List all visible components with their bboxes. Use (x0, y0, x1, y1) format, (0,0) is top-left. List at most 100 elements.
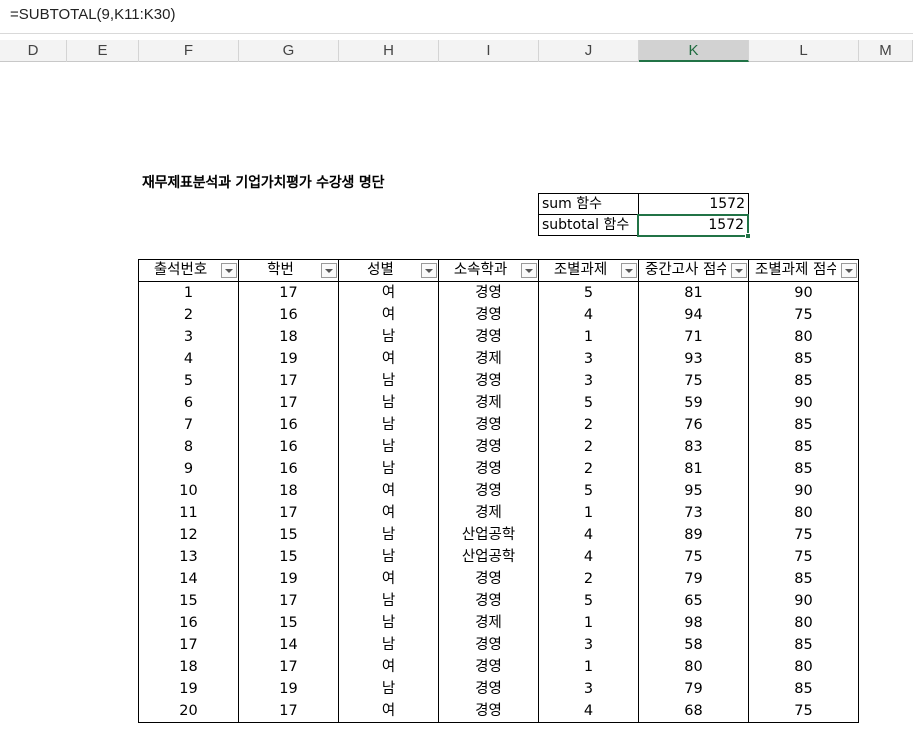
table-cell[interactable]: 80 (749, 656, 858, 678)
table-cell[interactable]: 81 (639, 282, 749, 304)
filter-dropdown-icon[interactable] (621, 263, 637, 278)
table-cell[interactable]: 15 (239, 612, 339, 634)
table-cell[interactable]: 경영 (439, 700, 539, 722)
table-cell[interactable]: 남 (339, 590, 439, 612)
table-cell[interactable]: 20 (139, 700, 239, 722)
subtotal-value-cell[interactable]: 1572 (637, 214, 749, 237)
table-cell[interactable]: 80 (749, 502, 858, 524)
table-cell[interactable]: 4 (539, 304, 639, 326)
table-cell[interactable]: 5 (139, 370, 239, 392)
table-cell[interactable]: 81 (639, 458, 749, 480)
table-cell[interactable]: 남 (339, 436, 439, 458)
table-cell[interactable]: 12 (139, 524, 239, 546)
column-header-m[interactable]: M (859, 40, 913, 62)
table-cell[interactable]: 90 (749, 392, 858, 414)
table-cell[interactable]: 남 (339, 546, 439, 568)
table-cell[interactable]: 5 (539, 392, 639, 414)
table-cell[interactable]: 15 (239, 524, 339, 546)
table-cell[interactable]: 59 (639, 392, 749, 414)
table-cell[interactable]: 경영 (439, 370, 539, 392)
table-cell[interactable]: 2 (539, 436, 639, 458)
column-header-i[interactable]: I (439, 40, 539, 62)
table-cell[interactable]: 85 (749, 568, 858, 590)
table-cell[interactable]: 85 (749, 458, 858, 480)
table-cell[interactable]: 17 (139, 634, 239, 656)
table-cell[interactable]: 17 (239, 590, 339, 612)
table-cell[interactable]: 6 (139, 392, 239, 414)
table-cell[interactable]: 경영 (439, 634, 539, 656)
subtotal-label-cell[interactable]: subtotal 함수 (538, 214, 639, 236)
table-cell[interactable]: 3 (539, 678, 639, 700)
table-cell[interactable]: 5 (539, 590, 639, 612)
table-cell[interactable]: 남 (339, 524, 439, 546)
table-cell[interactable]: 3 (139, 326, 239, 348)
table-header-cell[interactable]: 조별과제 점수 (749, 260, 858, 281)
table-cell[interactable]: 8 (139, 436, 239, 458)
table-cell[interactable]: 90 (749, 480, 858, 502)
table-header-cell[interactable]: 출석번호 (139, 260, 239, 281)
table-cell[interactable]: 19 (139, 678, 239, 700)
table-cell[interactable]: 2 (539, 458, 639, 480)
table-header-cell[interactable]: 소속학과 (439, 260, 539, 281)
column-header-h[interactable]: H (339, 40, 439, 62)
table-cell[interactable]: 73 (639, 502, 749, 524)
table-cell[interactable]: 여 (339, 282, 439, 304)
table-cell[interactable]: 여 (339, 700, 439, 722)
table-header-cell[interactable]: 성별 (339, 260, 439, 281)
table-cell[interactable]: 경영 (439, 414, 539, 436)
table-cell[interactable]: 5 (539, 282, 639, 304)
table-cell[interactable]: 85 (749, 634, 858, 656)
table-cell[interactable]: 90 (749, 282, 858, 304)
table-cell[interactable]: 경제 (439, 348, 539, 370)
table-cell[interactable]: 80 (639, 656, 749, 678)
table-cell[interactable]: 1 (139, 282, 239, 304)
table-cell[interactable]: 75 (639, 546, 749, 568)
table-cell[interactable]: 93 (639, 348, 749, 370)
column-header-l[interactable]: L (749, 40, 859, 62)
table-cell[interactable]: 17 (239, 656, 339, 678)
table-cell[interactable]: 11 (139, 502, 239, 524)
formula-text[interactable]: =SUBTOTAL(9,K11:K30) (10, 6, 176, 23)
table-cell[interactable]: 4 (539, 524, 639, 546)
table-cell[interactable]: 75 (749, 546, 858, 568)
column-header-e[interactable]: E (67, 40, 139, 62)
table-cell[interactable]: 3 (539, 370, 639, 392)
table-cell[interactable]: 남 (339, 678, 439, 700)
table-cell[interactable]: 15 (139, 590, 239, 612)
table-cell[interactable]: 여 (339, 348, 439, 370)
table-cell[interactable]: 남 (339, 458, 439, 480)
table-cell[interactable]: 85 (749, 370, 858, 392)
table-cell[interactable]: 14 (239, 634, 339, 656)
table-cell[interactable]: 남 (339, 612, 439, 634)
table-cell[interactable]: 경제 (439, 612, 539, 634)
table-cell[interactable]: 4 (539, 700, 639, 722)
table-cell[interactable]: 1 (539, 502, 639, 524)
table-cell[interactable]: 2 (139, 304, 239, 326)
table-cell[interactable]: 16 (239, 414, 339, 436)
table-cell[interactable]: 7 (139, 414, 239, 436)
table-cell[interactable]: 여 (339, 656, 439, 678)
table-cell[interactable]: 경영 (439, 590, 539, 612)
table-cell[interactable]: 71 (639, 326, 749, 348)
table-cell[interactable]: 75 (749, 304, 858, 326)
column-header-k[interactable]: K (639, 40, 749, 62)
table-cell[interactable]: 90 (749, 590, 858, 612)
sum-value-cell[interactable]: 1572 (638, 193, 749, 215)
table-cell[interactable]: 17 (239, 502, 339, 524)
table-cell[interactable]: 경영 (439, 458, 539, 480)
table-cell[interactable]: 산업공학 (439, 546, 539, 568)
column-header-f[interactable]: F (139, 40, 239, 62)
table-cell[interactable]: 1 (539, 326, 639, 348)
table-cell[interactable]: 경영 (439, 326, 539, 348)
table-cell[interactable]: 14 (139, 568, 239, 590)
table-cell[interactable]: 76 (639, 414, 749, 436)
table-cell[interactable]: 17 (239, 700, 339, 722)
column-header-j[interactable]: J (539, 40, 639, 62)
fill-handle[interactable] (745, 233, 751, 239)
table-cell[interactable]: 9 (139, 458, 239, 480)
table-cell[interactable]: 58 (639, 634, 749, 656)
table-cell[interactable]: 17 (239, 282, 339, 304)
table-cell[interactable]: 85 (749, 414, 858, 436)
table-cell[interactable]: 83 (639, 436, 749, 458)
table-cell[interactable]: 4 (539, 546, 639, 568)
